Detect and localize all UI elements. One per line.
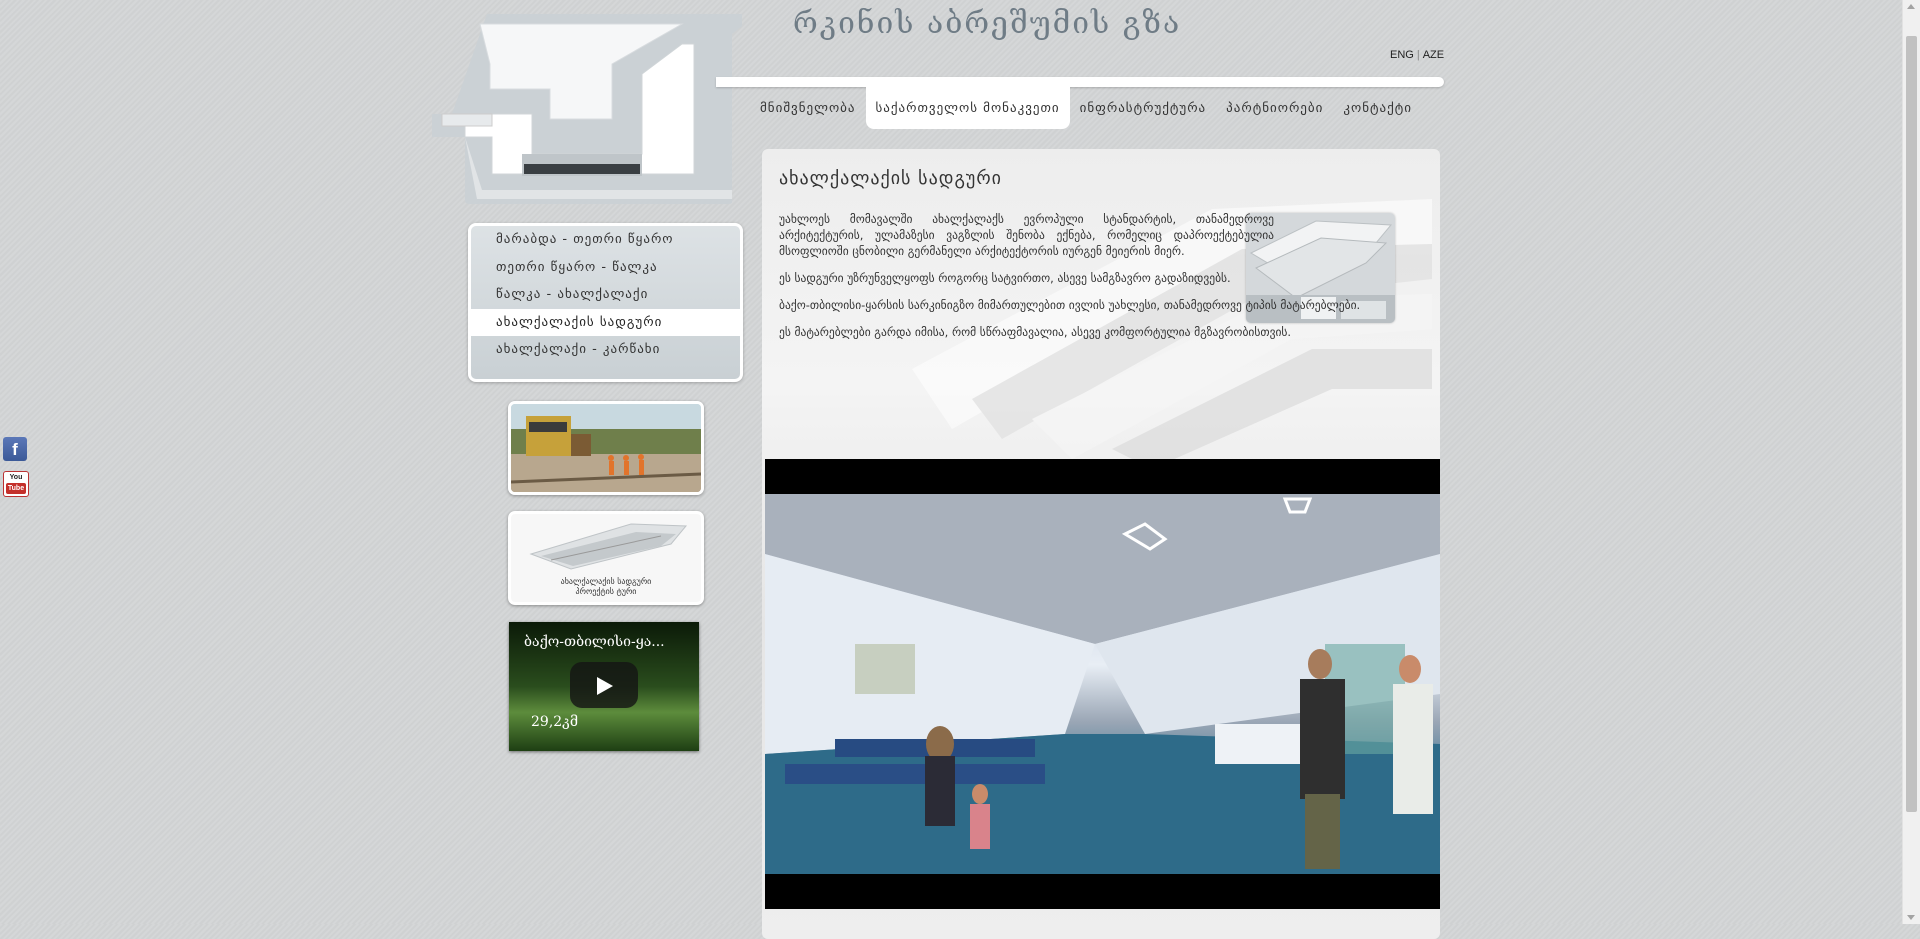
station-tour-caption: ახალქალაქის სადგური პროექტის ტური <box>511 577 701 597</box>
page-title: ახალქალაქის სადგური <box>779 168 1002 189</box>
lang-aze-link[interactable]: AZE <box>1423 49 1444 61</box>
nav-item-contact[interactable]: კონტაქტი <box>1333 87 1422 129</box>
scrollbar-thumb[interactable] <box>1906 36 1917 812</box>
play-button-icon[interactable] <box>570 662 638 708</box>
facebook-icon[interactable]: f <box>3 437 27 461</box>
page-scrollbar[interactable] <box>1902 0 1920 924</box>
nav-item-georgian-section[interactable]: საქართველოს მონაკვეთი <box>865 87 1070 129</box>
main-nav: მნიშვნელობა საქართველოს მონაკვეთი ინფრას… <box>750 87 1422 129</box>
lang-eng-link[interactable]: ENG <box>1390 49 1414 61</box>
section-item-tsalka[interactable]: წალკა - ახალქალაქი <box>471 281 740 309</box>
youtube-label-you: You <box>9 474 23 481</box>
section-item-akhalkalaki-station[interactable]: ახალქალაქის სადგური <box>471 308 743 337</box>
youtube-video-thumbnail[interactable]: ბაქო-თბილისი-ყა... 29,2კმ <box>509 622 699 751</box>
site-logo[interactable] <box>432 14 758 204</box>
railway-workers-photo[interactable] <box>508 401 704 495</box>
article-paragraph: ეს სადგური უზრუნველყოფს როგორც სატვირთო,… <box>779 271 1231 285</box>
scroll-down-arrow-icon[interactable] <box>1907 915 1915 920</box>
header-bar <box>716 77 1444 87</box>
station-interior-video-frame <box>765 494 1440 874</box>
article-paragraph: ბაქო-თბილისი-ყარსის სარკინიგზო მიმართულე… <box>779 298 1361 312</box>
section-item-tetritskaro[interactable]: თეთრი წყარო - წალკა <box>471 254 740 282</box>
lang-separator: | <box>1416 49 1420 61</box>
nav-item-partners[interactable]: პარტნიორები <box>1216 87 1333 129</box>
station-tour-caption-line1: ახალქალაქის სადგური <box>560 577 652 586</box>
language-switcher: ENG | AZE <box>1390 49 1444 61</box>
youtube-icon[interactable]: You Tube <box>3 471 29 497</box>
section-item-marabda[interactable]: მარაბდა - თეთრი წყარო <box>471 226 740 254</box>
facebook-letter: f <box>12 440 18 459</box>
article-paragraph: ეს მატარებლები გარდა იმისა, რომ სწრაფმავ… <box>779 325 1292 339</box>
nav-item-significance[interactable]: მნიშვნელობა <box>750 87 866 129</box>
scroll-up-arrow-icon[interactable] <box>1907 4 1915 9</box>
section-item-akhalkalaki-kartsakhi[interactable]: ახალქალაქი - კარწახი <box>471 336 740 364</box>
nav-item-infrastructure[interactable]: ინფრასტრუქტურა <box>1070 87 1217 129</box>
video-thumbnail-title: ბაქო-თბილისი-ყა... <box>524 634 665 650</box>
article-body: უახლოეს მომავალში ახალქალაქს ევროპული სტ… <box>779 211 1360 351</box>
section-menu: მარაბდა - თეთრი წყარო თეთრი წყარო - წალკ… <box>468 223 743 382</box>
station-tour-thumbnail[interactable]: ახალქალაქის სადგური პროექტის ტური <box>508 511 704 605</box>
video-thumbnail-distance: 29,2კმ <box>531 714 579 730</box>
article-paragraph: უახლოეს მომავალში ახალქალაქს ევროპული სტ… <box>779 212 1274 258</box>
video-player[interactable] <box>765 459 1440 909</box>
station-tour-caption-line2: პროექტის ტური <box>575 587 637 596</box>
youtube-label-tube: Tube <box>6 483 26 494</box>
site-title[interactable]: რკინის აბრეშუმის გზა <box>793 6 1181 41</box>
